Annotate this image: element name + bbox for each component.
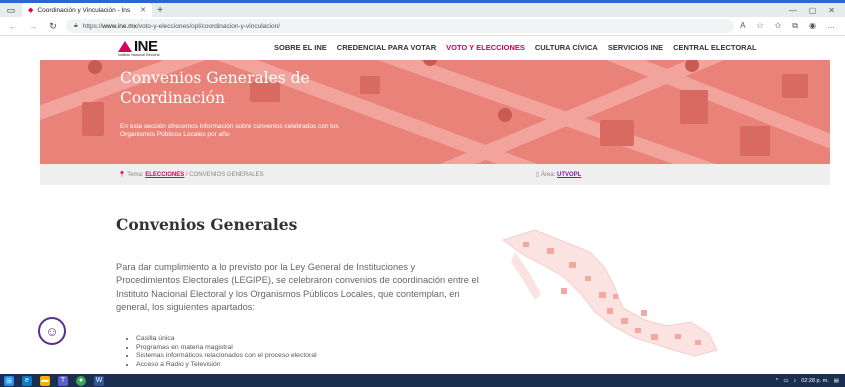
browser-tab-active[interactable]: ◆ Coordinación y Vinculación - Ins ✕ (22, 3, 152, 17)
url-path: /voto-y-elecciones/opl/coordinacion-y-vi… (136, 22, 281, 30)
browser-tab-strip: ▭ ◆ Coordinación y Vinculación - Ins ✕ +… (0, 3, 845, 17)
windows-taskbar: ⊞ e ▬ T ● W ^ ▭ ♪ 02:28 p. m. ▤ (0, 374, 845, 387)
hero-title: Convenios Generales de Coordinación (120, 69, 310, 107)
nav-credencial-para-votar[interactable]: CREDENCIAL PARA VOTAR (337, 43, 436, 52)
nav-cultura-civica[interactable]: CULTURA CÍVICA (535, 43, 598, 52)
teams-icon[interactable]: T (58, 375, 68, 386)
word-icon[interactable]: W (94, 375, 104, 386)
favorite-star-icon[interactable]: ☆ (756, 21, 763, 31)
hero-banner: Convenios Generales de Coordinación En e… (40, 60, 830, 164)
system-tray: ^ ▭ ♪ 02:28 p. m. ▤ (776, 378, 845, 384)
file-explorer-icon[interactable]: ▬ (40, 375, 50, 386)
close-window-icon[interactable]: ✕ (828, 6, 835, 15)
windows-start-icon[interactable]: ⊞ (4, 375, 14, 386)
list-item: Programas en materia magistral (136, 344, 317, 353)
url-host: www.ine.mx (102, 22, 137, 30)
area-link-utvopl[interactable]: UTVOPL (557, 172, 581, 178)
chrome-icon[interactable]: ● (76, 375, 86, 386)
clock[interactable]: 02:28 p. m. (801, 378, 829, 384)
maximize-icon[interactable]: ▢ (809, 6, 817, 15)
ine-logo[interactable]: INE Instituto Nacional Electoral (118, 38, 198, 58)
forward-icon[interactable]: → (26, 21, 40, 31)
breadcrumb-link-elecciones[interactable]: ELECCIONES (145, 172, 184, 178)
browser-tools: A ☆ ✩ ⧉ ◉ … (740, 21, 839, 31)
list-item: Acceso a Radio y Televisión (136, 361, 317, 370)
url-scheme: https:// (82, 22, 103, 30)
accessibility-icon: ☺ (45, 323, 59, 339)
refresh-icon[interactable]: ↻ (46, 21, 60, 32)
window-controls: — ▢ ✕ (789, 6, 845, 15)
notifications-icon[interactable]: ▤ (834, 378, 839, 384)
ine-logo-mark-icon (118, 41, 132, 52)
area-icon: ▯ (536, 172, 540, 178)
hero-description: En esta sección ofrecemos información so… (120, 123, 339, 138)
tema-prefix: Tema: (127, 172, 144, 178)
ine-favicon-icon: ◆ (28, 7, 34, 14)
site-header: INE Instituto Nacional Electoral SOBRE E… (0, 36, 845, 60)
list-item: Casilla única (136, 335, 317, 344)
main-navigation: SOBRE EL INE CREDENCIAL PARA VOTAR VOTO … (274, 43, 757, 52)
favorites-icon[interactable]: ✩ (775, 21, 782, 31)
intro-paragraph: Para dar cumplimiento a lo previsto por … (116, 262, 479, 312)
read-aloud-icon[interactable]: A (740, 21, 745, 31)
mexico-map-illustration (495, 222, 725, 372)
breadcrumb-separator: / (185, 172, 188, 178)
minimize-icon[interactable]: — (789, 6, 797, 15)
list-item: Sistemas informáticos relacionados con e… (136, 352, 317, 361)
new-tab-button[interactable]: + (152, 5, 168, 16)
breadcrumb-tema: 📍︎ Tema: ELECCIONES / CONVENIOS GENERALE… (118, 171, 264, 178)
breadcrumb-current: CONVENIOS GENERALES (189, 172, 264, 178)
close-tab-icon[interactable]: ✕ (140, 6, 146, 14)
logo-subtext: Instituto Nacional Electoral (118, 53, 160, 57)
network-icon[interactable]: ▭ (783, 378, 788, 384)
nav-voto-y-elecciones[interactable]: VOTO Y ELECCIONES (446, 43, 525, 52)
location-pin-icon: 📍︎ (118, 172, 126, 178)
tray-chevron-icon[interactable]: ^ (776, 378, 779, 384)
page-title: Convenios Generales (116, 215, 298, 234)
edge-icon[interactable]: e (22, 375, 32, 386)
profile-icon[interactable]: ◉ (809, 21, 816, 31)
apartados-list: Casilla única Programas en materia magis… (128, 335, 317, 369)
tab-actions-icon[interactable]: ▭ (0, 3, 22, 17)
accessibility-button[interactable]: ☺ (38, 317, 66, 345)
nav-central-electoral[interactable]: CENTRAL ELECTORAL (673, 43, 756, 52)
breadcrumb-area: ▯ Área: UTVOPL (536, 171, 581, 178)
more-icon[interactable]: … (827, 21, 835, 31)
address-bar[interactable]: 🔒︎ https://www.ine.mx/voto-y-elecciones/… (66, 19, 735, 33)
breadcrumb: 📍︎ Tema: ELECCIONES / CONVENIOS GENERALE… (40, 164, 830, 185)
area-prefix: Área: (540, 172, 556, 178)
nav-servicios-ine[interactable]: SERVICIOS INE (608, 43, 663, 52)
nav-sobre-el-ine[interactable]: SOBRE EL INE (274, 43, 327, 52)
lock-icon: 🔒︎ (74, 22, 78, 29)
tab-title: Coordinación y Vinculación - Ins (37, 6, 131, 14)
back-icon[interactable]: ← (6, 21, 20, 31)
volume-icon[interactable]: ♪ (794, 378, 797, 384)
browser-toolbar: ← → ↻ 🔒︎ https://www.ine.mx/voto-y-elecc… (0, 17, 845, 36)
collections-icon[interactable]: ⧉ (792, 21, 798, 31)
